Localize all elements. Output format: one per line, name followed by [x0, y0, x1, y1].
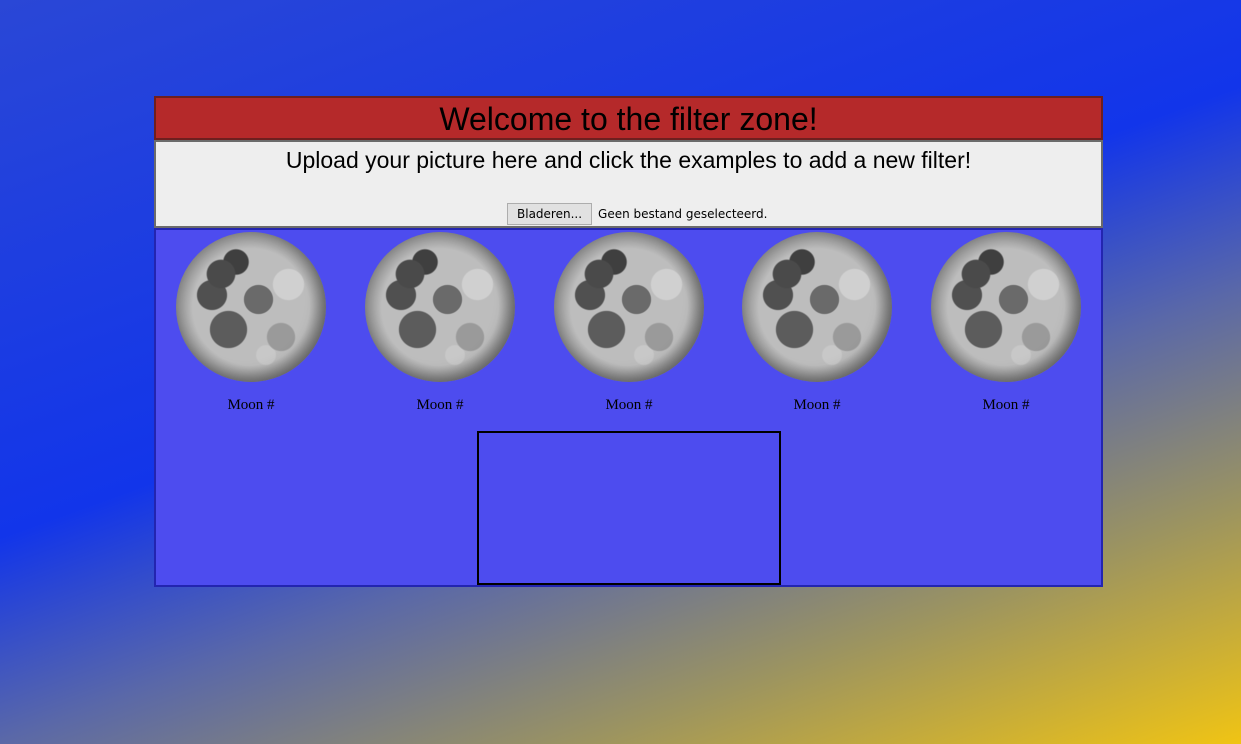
filter-caption: Moon # — [416, 397, 464, 413]
filter-example-4[interactable]: Moon # — [742, 232, 892, 414]
filter-caption: Moon # — [605, 397, 653, 413]
moon-image[interactable] — [554, 232, 704, 382]
filter-caption: Moon # — [793, 397, 841, 413]
file-status-text: Geen bestand geselecteerd. — [598, 207, 768, 221]
filter-caption: Moon # — [227, 397, 275, 413]
filter-example-5[interactable]: Moon # — [931, 232, 1081, 414]
upload-panel: Upload your picture here and click the e… — [154, 140, 1103, 228]
moon-image[interactable] — [176, 232, 326, 382]
page-title: Welcome to the filter zone! — [439, 101, 818, 137]
file-input[interactable]: Bladeren... Geen bestand geselecteerd. — [507, 203, 767, 225]
filter-example-2[interactable]: Moon # — [365, 232, 515, 414]
moon-image[interactable] — [931, 232, 1081, 382]
browse-button[interactable]: Bladeren... — [507, 203, 593, 225]
filter-example-1[interactable]: Moon # — [176, 232, 326, 414]
filter-gallery: Moon # Moon # Moon # Moon # Moon # — [154, 228, 1103, 587]
filter-example-3[interactable]: Moon # — [554, 232, 704, 414]
preview-canvas — [477, 431, 781, 585]
upload-instructions: Upload your picture here and click the e… — [285, 147, 972, 173]
moon-image[interactable] — [742, 232, 892, 382]
filter-caption: Moon # — [982, 397, 1030, 413]
page-header: Welcome to the filter zone! — [154, 96, 1103, 140]
moon-image[interactable] — [365, 232, 515, 382]
